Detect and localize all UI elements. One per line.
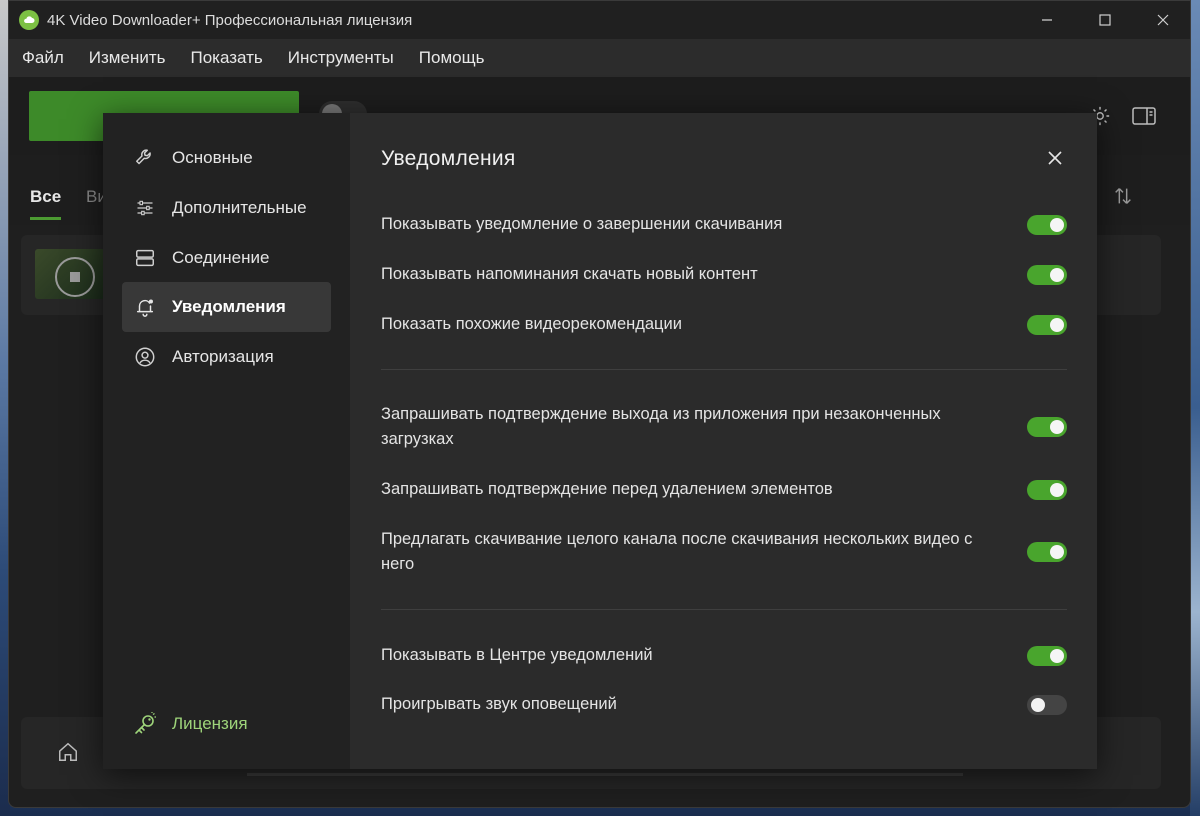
setting-label: Показывать в Центре уведомлений (381, 643, 653, 668)
sidebar-item-label: Уведомления (172, 297, 286, 317)
sidebar-toggle-icon[interactable] (1131, 103, 1157, 129)
settings-content: Уведомления Показывать уведомление о зав… (350, 113, 1097, 769)
sidebar-item-notifications[interactable]: Уведомления (122, 282, 331, 332)
home-icon[interactable] (57, 741, 79, 769)
sidebar-item-label: Дополнительные (172, 198, 307, 218)
sidebar-item-label: Авторизация (172, 347, 274, 367)
sidebar-item-general[interactable]: Основные (122, 133, 331, 183)
sidebar-item-label: Основные (172, 148, 253, 168)
server-icon (132, 245, 158, 271)
license-label: Лицензия (172, 714, 248, 734)
setting-row: Запрашивать подтверждение выхода из прил… (381, 402, 1067, 452)
sidebar-item-advanced[interactable]: Дополнительные (122, 183, 331, 233)
dialog-title: Уведомления (381, 147, 516, 171)
confirm-delete-toggle[interactable] (1027, 480, 1067, 500)
notification-center-toggle[interactable] (1027, 646, 1067, 666)
close-window-button[interactable] (1134, 1, 1191, 39)
video-recommendations-toggle[interactable] (1027, 315, 1067, 335)
setting-label: Показывать напоминания скачать новый кон… (381, 262, 758, 287)
sidebar-item-label: Соединение (172, 248, 269, 268)
sort-icon[interactable] (1112, 185, 1134, 213)
license-link[interactable]: Лицензия (132, 711, 248, 737)
menu-help[interactable]: Помощь (419, 48, 485, 68)
notify-download-complete-toggle[interactable] (1027, 215, 1067, 235)
key-icon (132, 711, 158, 737)
desktop-right-edge (1190, 0, 1200, 816)
setting-row: Показывать уведомление о завершении скач… (381, 212, 1067, 237)
menu-view[interactable]: Показать (190, 48, 262, 68)
sidebar-item-authorization[interactable]: Авторизация (122, 332, 331, 382)
setting-row: Показывать напоминания скачать новый кон… (381, 262, 1067, 287)
menu-file[interactable]: Файл (22, 48, 64, 68)
title-bar: 4K Video Downloader+ Профессиональная ли… (9, 1, 1190, 39)
menu-edit[interactable]: Изменить (89, 48, 166, 68)
user-circle-icon (132, 344, 158, 370)
setting-row: Показывать в Центре уведомлений (381, 643, 1067, 668)
divider (381, 369, 1067, 370)
window-title: 4K Video Downloader+ Профессиональная ли… (47, 12, 412, 29)
progress-track (247, 773, 963, 776)
setting-row: Показать похожие видеорекомендации (381, 312, 1067, 337)
menu-tools[interactable]: Инструменты (288, 48, 394, 68)
setting-label: Запрашивать подтверждение выхода из прил… (381, 402, 1001, 452)
app-logo-icon (19, 10, 39, 30)
suggest-channel-download-toggle[interactable] (1027, 542, 1067, 562)
minimize-button[interactable] (1018, 1, 1076, 39)
stop-download-icon[interactable] (55, 257, 95, 297)
sliders-icon (132, 195, 158, 221)
setting-label: Запрашивать подтверждение перед удаление… (381, 477, 833, 502)
bell-icon (132, 294, 158, 320)
maximize-button[interactable] (1076, 1, 1134, 39)
menu-bar: Файл Изменить Показать Инструменты Помощ… (9, 39, 1190, 77)
setting-label: Показывать уведомление о завершении скач… (381, 212, 782, 237)
new-content-reminder-toggle[interactable] (1027, 265, 1067, 285)
setting-row: Предлагать скачивание целого канала посл… (381, 527, 1067, 577)
setting-label: Предлагать скачивание целого канала посл… (381, 527, 1001, 577)
confirm-exit-toggle[interactable] (1027, 417, 1067, 437)
tab-all[interactable]: Все (30, 187, 61, 220)
settings-dialog: Основные Дополнительные Соединение Уведо… (103, 113, 1097, 769)
setting-row: Проигрывать звук оповещений (381, 692, 1067, 717)
notification-sound-toggle[interactable] (1027, 695, 1067, 715)
settings-sidebar: Основные Дополнительные Соединение Уведо… (103, 113, 350, 769)
wrench-icon (132, 145, 158, 171)
setting-label: Проигрывать звук оповещений (381, 692, 617, 717)
setting-label: Показать похожие видеорекомендации (381, 312, 682, 337)
sidebar-item-connection[interactable]: Соединение (122, 233, 331, 283)
divider (381, 609, 1067, 610)
setting-row: Запрашивать подтверждение перед удаление… (381, 477, 1067, 502)
close-dialog-button[interactable] (1043, 146, 1067, 170)
